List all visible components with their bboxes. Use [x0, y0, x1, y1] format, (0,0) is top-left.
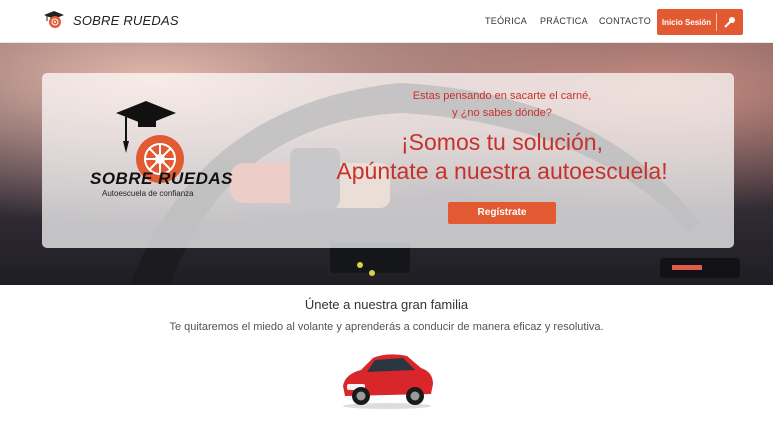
hero-banner: SOBRE RUEDAS Autoescuela de confianza Es… — [0, 43, 773, 285]
top-navbar: SOBRE RUEDAS TEÓRICA PRÁCTICA CONTACTO I… — [0, 0, 773, 43]
key-icon — [717, 16, 743, 28]
panel-logo-title: SOBRE RUEDAS — [90, 169, 233, 188]
panel-logo-subtitle: Autoescuela de confianza — [102, 189, 194, 198]
hero-question-line-2: y ¿no sabes dónde? — [452, 107, 552, 119]
hero-question: Estas pensando en sacarte el carné, y ¿n… — [372, 88, 632, 122]
login-button[interactable]: Inicio Sesión — [657, 9, 743, 35]
section-title: Únete a nuestra gran familia — [304, 297, 469, 312]
nav-link-contacto[interactable]: CONTACTO — [599, 16, 651, 26]
graduation-wheel-icon — [44, 11, 64, 28]
login-button-label: Inicio Sesión — [661, 17, 712, 27]
hero-info-panel: SOBRE RUEDAS Autoescuela de confianza Es… — [42, 73, 734, 248]
hero-headline-line-2: Apúntate a nuestra autoescuela! — [336, 158, 668, 184]
register-button[interactable]: Regístrate — [448, 202, 556, 224]
section-subtitle: Te quitaremos el miedo al volante y apre… — [169, 321, 604, 333]
hero-headline: ¡Somos tu solución, Apúntate a nuestra a… — [312, 128, 692, 186]
brand-name: SOBRE RUEDAS — [73, 12, 179, 28]
nav-link-practica[interactable]: PRÁCTICA — [540, 16, 588, 26]
red-car-image — [343, 354, 433, 409]
hero-headline-line-1: ¡Somos tu solución, — [401, 129, 603, 155]
hero-question-line-1: Estas pensando en sacarte el carné, — [412, 90, 592, 102]
brand-logo-link[interactable]: SOBRE RUEDAS — [44, 11, 179, 29]
nav-link-teorica[interactable]: TEÓRICA — [485, 16, 527, 26]
